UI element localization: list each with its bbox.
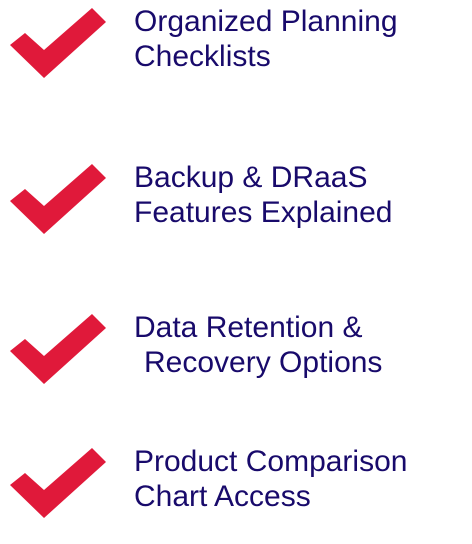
feature-item-data-retention: Data Retention & Recovery Options [0, 310, 472, 410]
feature-label-line-2: Checklists [134, 40, 271, 73]
feature-label-line-2: Recovery Options [144, 346, 383, 379]
feature-item-planning-checklists: Organized Planning Checklists [0, 4, 472, 104]
feature-item-product-comparison: Product Comparison Chart Access [0, 444, 472, 544]
feature-label: Data Retention & Recovery Options [134, 310, 382, 380]
feature-label: Backup & DRaaS Features Explained [134, 160, 393, 230]
feature-list: Organized Planning Checklists Backup & D… [0, 0, 472, 518]
checkmark-icon [10, 448, 106, 520]
feature-label-line-1: Data Retention & [134, 311, 363, 344]
feature-item-backup-draas: Backup & DRaaS Features Explained [0, 160, 472, 260]
checkmark-icon [10, 164, 106, 236]
feature-label-line-2: Chart Access [134, 480, 311, 513]
feature-label: Organized Planning Checklists [134, 4, 398, 74]
checkmark-icon [10, 8, 106, 80]
feature-label: Product Comparison Chart Access [134, 444, 407, 514]
feature-label-line-1: Organized Planning [134, 5, 398, 38]
feature-label-line-2: Features Explained [134, 196, 393, 229]
checkmark-icon [10, 314, 106, 386]
feature-label-line-1: Backup & DRaaS [134, 161, 368, 194]
feature-label-line-1: Product Comparison [134, 445, 408, 478]
